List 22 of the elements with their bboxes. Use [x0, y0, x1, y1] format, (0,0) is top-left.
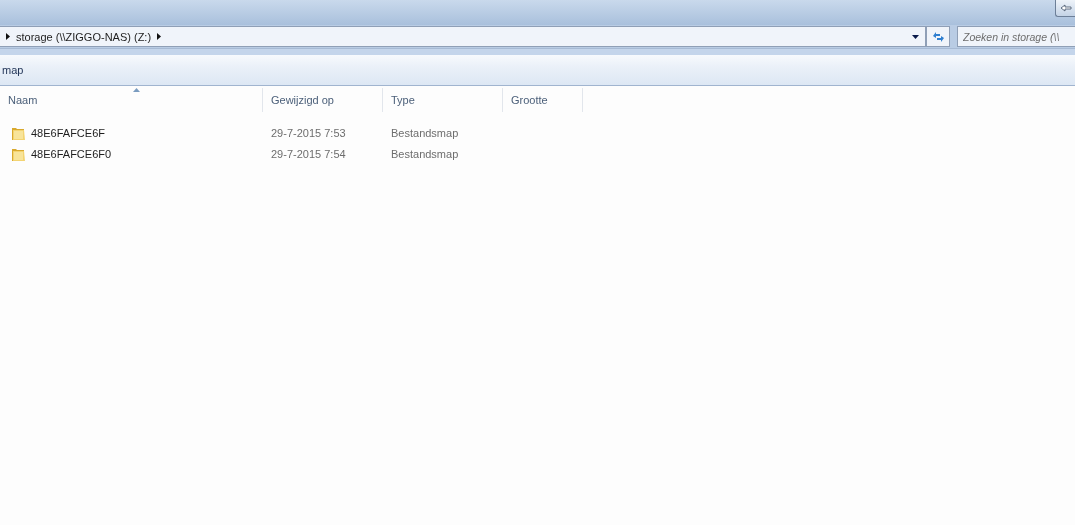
column-header[interactable]: Gewijzigd op	[263, 88, 383, 112]
toolbar-button[interactable]: map	[2, 64, 24, 76]
back-button[interactable]	[1055, 0, 1075, 17]
address-bar[interactable]: storage (\\ZIGGO-NAS) (Z:)	[0, 26, 926, 47]
modified-date: 29-7-2015 7:53	[271, 126, 346, 139]
modified-date: 29-7-2015 7:54	[271, 147, 346, 160]
column-header[interactable]: Grootte	[503, 88, 583, 112]
file-name[interactable]: 48E6FAFCE6F0	[31, 147, 112, 160]
column-header[interactable]: Naam	[0, 88, 263, 112]
refresh-icon	[931, 30, 945, 43]
breadcrumb[interactable]: storage (\\ZIGGO-NAS) (Z:)	[16, 30, 152, 43]
refresh-button[interactable]	[926, 26, 950, 47]
chevron-right-icon	[6, 33, 10, 40]
file-name[interactable]: 48E6FAFCE6F	[31, 126, 105, 139]
dropdown-arrow-icon[interactable]	[911, 34, 919, 39]
sort-up-icon	[133, 88, 140, 92]
file-type: Bestandsmap	[391, 126, 459, 139]
chevron-right-icon	[157, 33, 162, 40]
back-arrow-icon	[1059, 4, 1072, 12]
file-type: Bestandsmap	[391, 147, 459, 160]
search-field[interactable]: Zoeken in storage (\\	[957, 26, 1075, 47]
column-header[interactable]: Type	[383, 88, 503, 112]
